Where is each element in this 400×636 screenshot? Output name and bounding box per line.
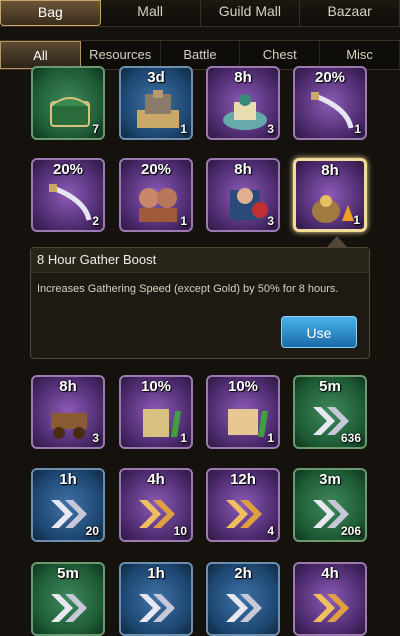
item-count: 1 [353, 213, 360, 227]
item-duration-label: 1h [59, 471, 77, 488]
detail-description: Increases Gathering Speed (except Gold) … [37, 283, 339, 295]
item-count: 3 [92, 431, 99, 445]
building-boost-icon [133, 397, 183, 441]
item-slot[interactable]: 4h 10 [119, 468, 193, 542]
cart-icon [45, 397, 95, 441]
item-duration-label: 8h [59, 378, 77, 395]
item-duration-label: 12h [230, 471, 256, 488]
tab-bazaar[interactable]: Bazaar [300, 0, 400, 26]
soldiers-icon [133, 180, 183, 224]
item-slot[interactable]: 2h [206, 562, 280, 636]
item-slot[interactable]: 10% 1 [119, 375, 193, 449]
item-duration-label: 4h [147, 471, 165, 488]
item-slot[interactable]: 20% 2 [31, 158, 105, 232]
item-slot[interactable]: 12h 4 [206, 468, 280, 542]
item-slot[interactable]: 8h 3 [206, 158, 280, 232]
item-detail-panel: 8 Hour Gather Boost Increases Gathering … [30, 247, 370, 359]
item-slot[interactable]: 1h [119, 562, 193, 636]
scroll-boost-icon [220, 397, 270, 441]
item-count: 1 [180, 214, 187, 228]
speedup-gold-icon [307, 584, 357, 628]
sword-icon [45, 180, 95, 224]
sword-icon [307, 88, 357, 132]
item-duration-label: 10% [227, 378, 259, 395]
item-count: 10 [173, 524, 187, 538]
item-slot[interactable]: 8h 3 [31, 375, 105, 449]
item-count: 3 [267, 122, 274, 136]
item-duration-label: 5m [319, 378, 341, 395]
item-duration-label: 4h [321, 565, 339, 582]
item-count: 3 [267, 214, 274, 228]
detail-title: 8 Hour Gather Boost [31, 248, 369, 273]
use-button[interactable]: Use [281, 316, 357, 348]
tab-chest[interactable]: Chest [240, 41, 321, 69]
item-count: 1 [180, 122, 187, 136]
gather-boost-icon [308, 181, 358, 225]
item-slot[interactable]: 4h [293, 562, 367, 636]
army-icon [220, 180, 270, 224]
item-slot[interactable]: 10% 1 [206, 375, 280, 449]
item-duration-label: 1h [147, 565, 165, 582]
item-slot[interactable]: 7 [31, 66, 105, 140]
item-duration-label: 8h [234, 161, 252, 178]
item-slot[interactable]: 5m [31, 562, 105, 636]
item-duration-label: 2h [234, 565, 252, 582]
item-count: 4 [267, 524, 274, 538]
item-count: 206 [340, 524, 361, 538]
item-slot[interactable]: 3d 1 [119, 66, 193, 140]
item-duration-label: 10% [140, 378, 172, 395]
tab-misc[interactable]: Misc [320, 41, 400, 69]
item-duration-label: 8h [321, 162, 339, 179]
item-duration-label: 20% [140, 161, 172, 178]
item-duration-label: 3m [319, 471, 341, 488]
palace-icon [220, 88, 270, 132]
item-slot[interactable]: 3m 206 [293, 468, 367, 542]
tab-resources[interactable]: Resources [81, 41, 161, 69]
item-count: 2 [92, 214, 99, 228]
item-count: 636 [340, 431, 361, 445]
tab-guild-mall[interactable]: Guild Mall [201, 0, 301, 26]
item-duration-label: 20% [314, 69, 346, 86]
speedup-icon [220, 584, 270, 628]
tab-all[interactable]: All [0, 41, 81, 69]
item-slot[interactable]: 5m 636 [293, 375, 367, 449]
item-duration-label: 8h [234, 69, 252, 86]
item-slot[interactable]: 8h 3 [206, 66, 280, 140]
detail-pointer [327, 236, 347, 247]
item-count: 1 [180, 431, 187, 445]
tab-battle[interactable]: Battle [161, 41, 241, 69]
chest-icon [45, 88, 95, 132]
tab-mall[interactable]: Mall [101, 0, 201, 26]
tab-bag[interactable]: Bag [0, 0, 101, 26]
city-map-icon [133, 88, 183, 132]
item-duration-label: 20% [52, 161, 84, 178]
top-tab-bar: Bag Mall Guild Mall Bazaar [0, 0, 400, 27]
item-count: 7 [92, 122, 99, 136]
speedup-icon [133, 584, 183, 628]
item-duration-label: 5m [57, 565, 79, 582]
item-duration-label: 3d [147, 69, 165, 86]
item-slot[interactable]: 20% 1 [119, 158, 193, 232]
item-count: 1 [267, 431, 274, 445]
speedup-gold-icon [220, 490, 270, 534]
speedup-icon [45, 584, 95, 628]
item-count: 1 [354, 122, 361, 136]
item-count: 20 [85, 524, 99, 538]
item-slot[interactable]: 8h 1 [293, 158, 367, 232]
item-slot[interactable]: 1h 20 [31, 468, 105, 542]
item-slot[interactable]: 20% 1 [293, 66, 367, 140]
